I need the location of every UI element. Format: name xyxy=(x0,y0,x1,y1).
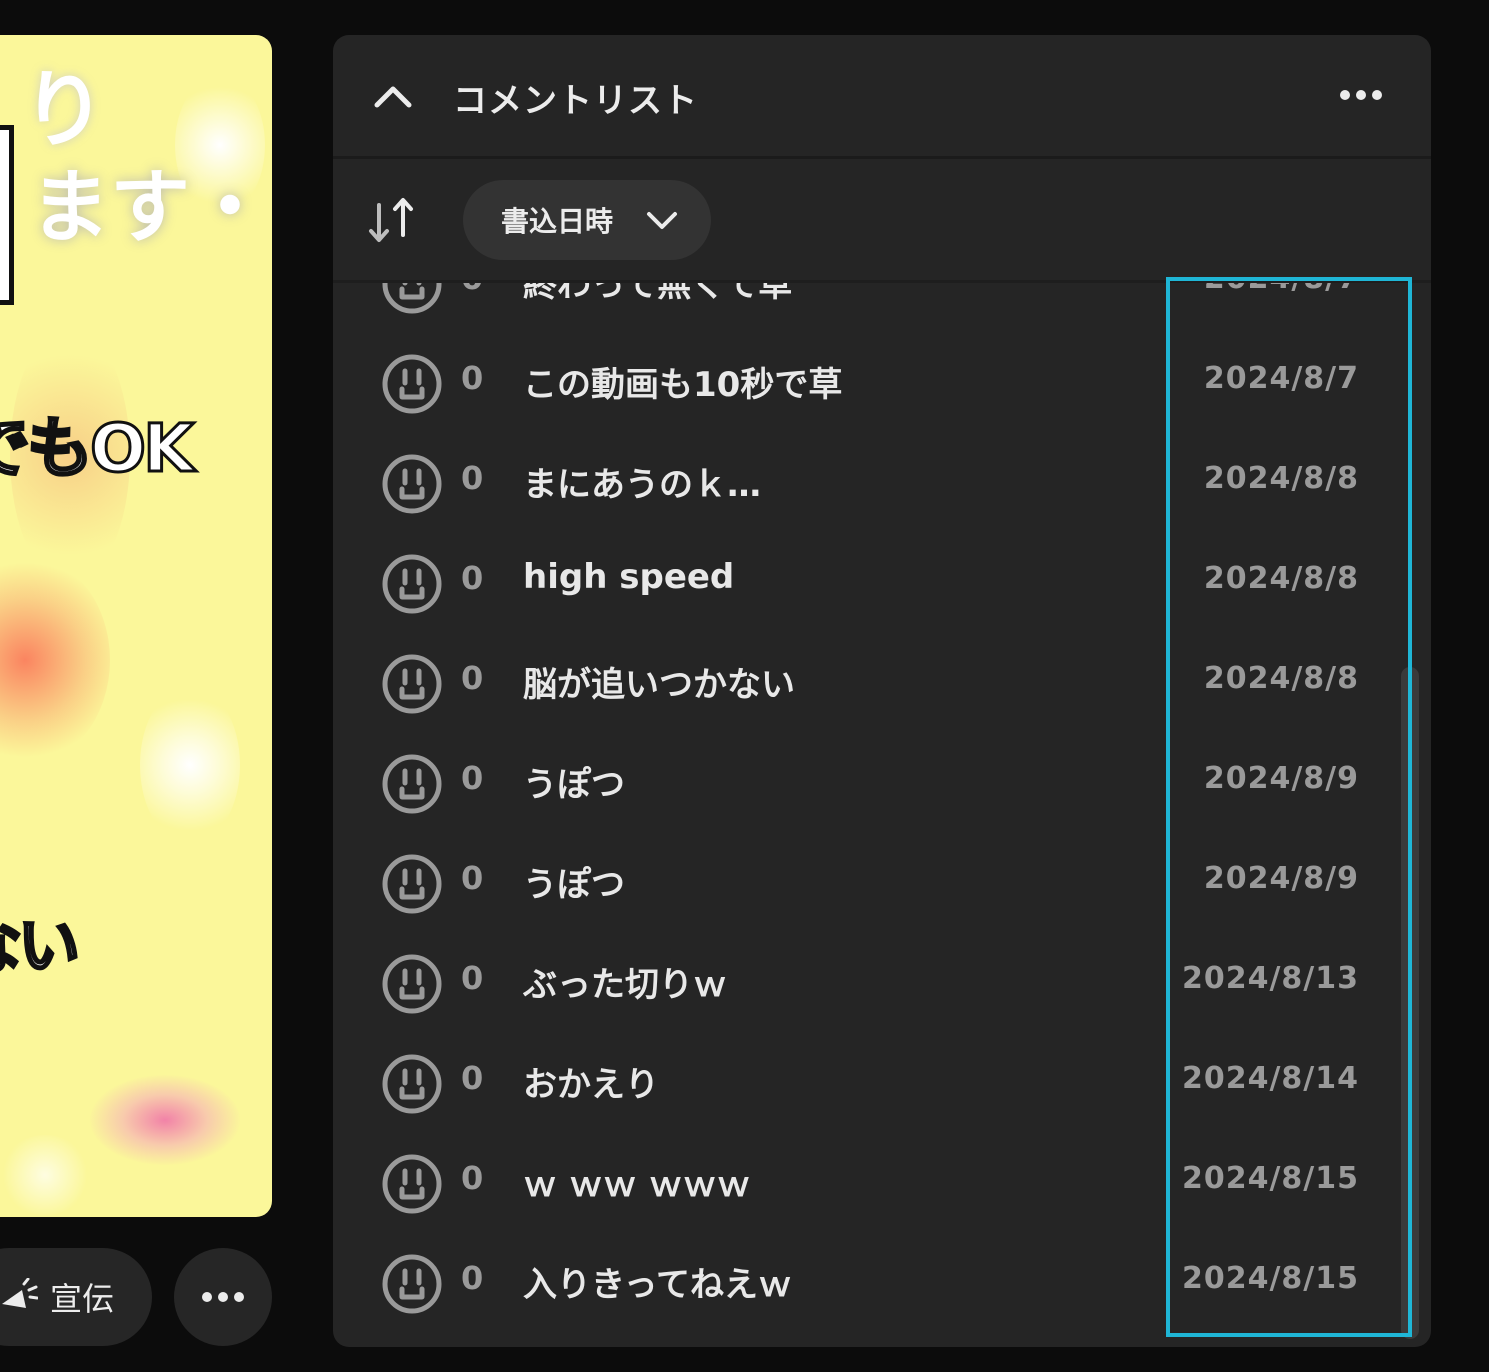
like-count: 0 xyxy=(461,283,483,297)
comment-text: うぽつ xyxy=(523,765,625,805)
sort-field-select[interactable]: 書込日時 xyxy=(463,180,711,260)
sort-field-label: 書込日時 xyxy=(501,205,614,238)
comment-list-panel: コメントリスト 書込日時 終わって無くて草 0 この動画も10秒で草 2024/… xyxy=(333,35,1431,1347)
like-count: 0 xyxy=(461,859,484,897)
like-count: 0 xyxy=(461,559,484,597)
like-count: 0 xyxy=(461,459,484,497)
comment-text: ぶった切りｗ xyxy=(523,965,727,1005)
comment-row[interactable]: 0 ぶった切りｗ 2024/8/13 xyxy=(333,933,1403,1033)
face-icon xyxy=(382,654,442,714)
face-icon xyxy=(382,754,442,814)
comment-text: この動画も10秒で草 xyxy=(523,365,843,405)
comment-date: 2024/8/15 xyxy=(1181,1161,1359,1196)
panel-menu-button[interactable] xyxy=(1333,77,1389,113)
megaphone-icon xyxy=(1,1278,38,1308)
video-caption-box xyxy=(0,125,14,305)
comment-text: うぽつ xyxy=(523,865,625,905)
comment-date: 2024/8/7 xyxy=(1203,361,1359,396)
video-caption: ない xyxy=(0,908,82,984)
comment-row[interactable]: 0 high speed 2024/8/8 xyxy=(333,533,1403,633)
like-count: 0 xyxy=(461,1059,484,1097)
comment-row[interactable]: 0 入りきってねえｗ 2024/8/15 xyxy=(333,1233,1403,1333)
chevron-up-icon xyxy=(374,86,412,108)
comment-row[interactable]: 0 うぽつ 2024/8/9 xyxy=(333,833,1403,933)
promo-label: 宣伝 xyxy=(49,1280,114,1318)
comment-text: おかえり xyxy=(523,1065,659,1105)
like-count: 0 xyxy=(461,659,484,697)
comment-date: 2024/8/8 xyxy=(1203,461,1359,496)
face-icon xyxy=(382,1054,442,1114)
comment-text: 終わって無くて草 xyxy=(523,283,793,305)
comment-date: 2024/8/8 xyxy=(1203,661,1359,696)
comment-row[interactable]: 0 脳が追いつかない 2024/8/8 xyxy=(333,633,1403,733)
video-blur xyxy=(90,1075,240,1165)
comment-row[interactable]: 0 うぽつ 2024/8/9 xyxy=(333,733,1403,833)
scrollbar-thumb[interactable] xyxy=(1401,667,1419,1339)
comment-date: 2024/8/13 xyxy=(1181,961,1359,996)
more-button[interactable] xyxy=(174,1248,272,1346)
sort-bar: 書込日時 xyxy=(333,159,1431,281)
comment-text: ｗ ｗｗ ｗｗｗ xyxy=(523,1165,751,1205)
panel-title: コメントリスト xyxy=(453,81,698,121)
comment-text: high speed xyxy=(523,557,735,597)
sort-order-icon xyxy=(369,198,413,242)
face-icon xyxy=(382,1154,442,1214)
comment-list[interactable]: 0 終わって無くて草 2024/8/7 0 この動画も10秒で草 2024/8/7 0 ま… xyxy=(333,283,1431,1347)
video-caption: ます・ xyxy=(30,161,270,254)
video-blur xyxy=(140,685,240,845)
face-icon xyxy=(382,854,442,914)
comment-row[interactable]: 0 この動画も10秒で草 2024/8/7 xyxy=(333,333,1403,433)
video-blur xyxy=(0,555,110,765)
like-count: 0 xyxy=(461,959,484,997)
comment-date: 2024/8/7 xyxy=(1204,283,1359,296)
video-blur xyxy=(0,1135,90,1215)
ellipsis-icon xyxy=(1340,90,1382,100)
comment-row[interactable]: 0 ｗ ｗｗ ｗｗｗ 2024/8/15 xyxy=(333,1133,1403,1233)
like-count: 0 xyxy=(461,1259,484,1297)
comment-row[interactable]: 0 おかえり 2024/8/14 xyxy=(333,1033,1403,1133)
panel-header: コメントリスト xyxy=(333,35,1431,157)
promo-button[interactable]: 宣伝 xyxy=(0,1248,152,1346)
like-count: 0 xyxy=(461,759,484,797)
collapse-button[interactable] xyxy=(369,75,417,115)
video-caption: でもOK xyxy=(0,409,196,489)
face-icon xyxy=(382,454,442,514)
ellipsis-icon xyxy=(202,1292,244,1302)
face-icon xyxy=(382,283,442,314)
sort-order-button[interactable] xyxy=(365,195,421,247)
face-icon xyxy=(382,554,442,614)
comment-date: 2024/8/9 xyxy=(1203,761,1359,796)
comment-date: 2024/8/15 xyxy=(1181,1261,1359,1296)
chevron-down-icon xyxy=(647,212,677,229)
comment-text: 脳が追いつかない xyxy=(523,665,795,705)
comment-date: 2024/8/14 xyxy=(1181,1061,1359,1096)
comment-date: 2024/8/8 xyxy=(1203,561,1359,596)
comment-date: 2024/8/9 xyxy=(1203,861,1359,896)
video-player[interactable]: り ます・ でもOK ない xyxy=(0,35,272,1217)
like-count: 0 xyxy=(461,1159,484,1197)
comment-text: 入りきってねえｗ xyxy=(523,1265,792,1305)
face-icon xyxy=(382,1254,442,1314)
comment-text: まにあうのｋ… xyxy=(523,465,761,505)
face-icon xyxy=(382,354,442,414)
face-icon xyxy=(382,954,442,1014)
comment-row[interactable]: 0 まにあうのｋ… 2024/8/8 xyxy=(333,433,1403,533)
like-count: 0 xyxy=(461,359,484,397)
comment-row[interactable]: 0 終わって無くて草 2024/8/7 xyxy=(333,283,1403,333)
